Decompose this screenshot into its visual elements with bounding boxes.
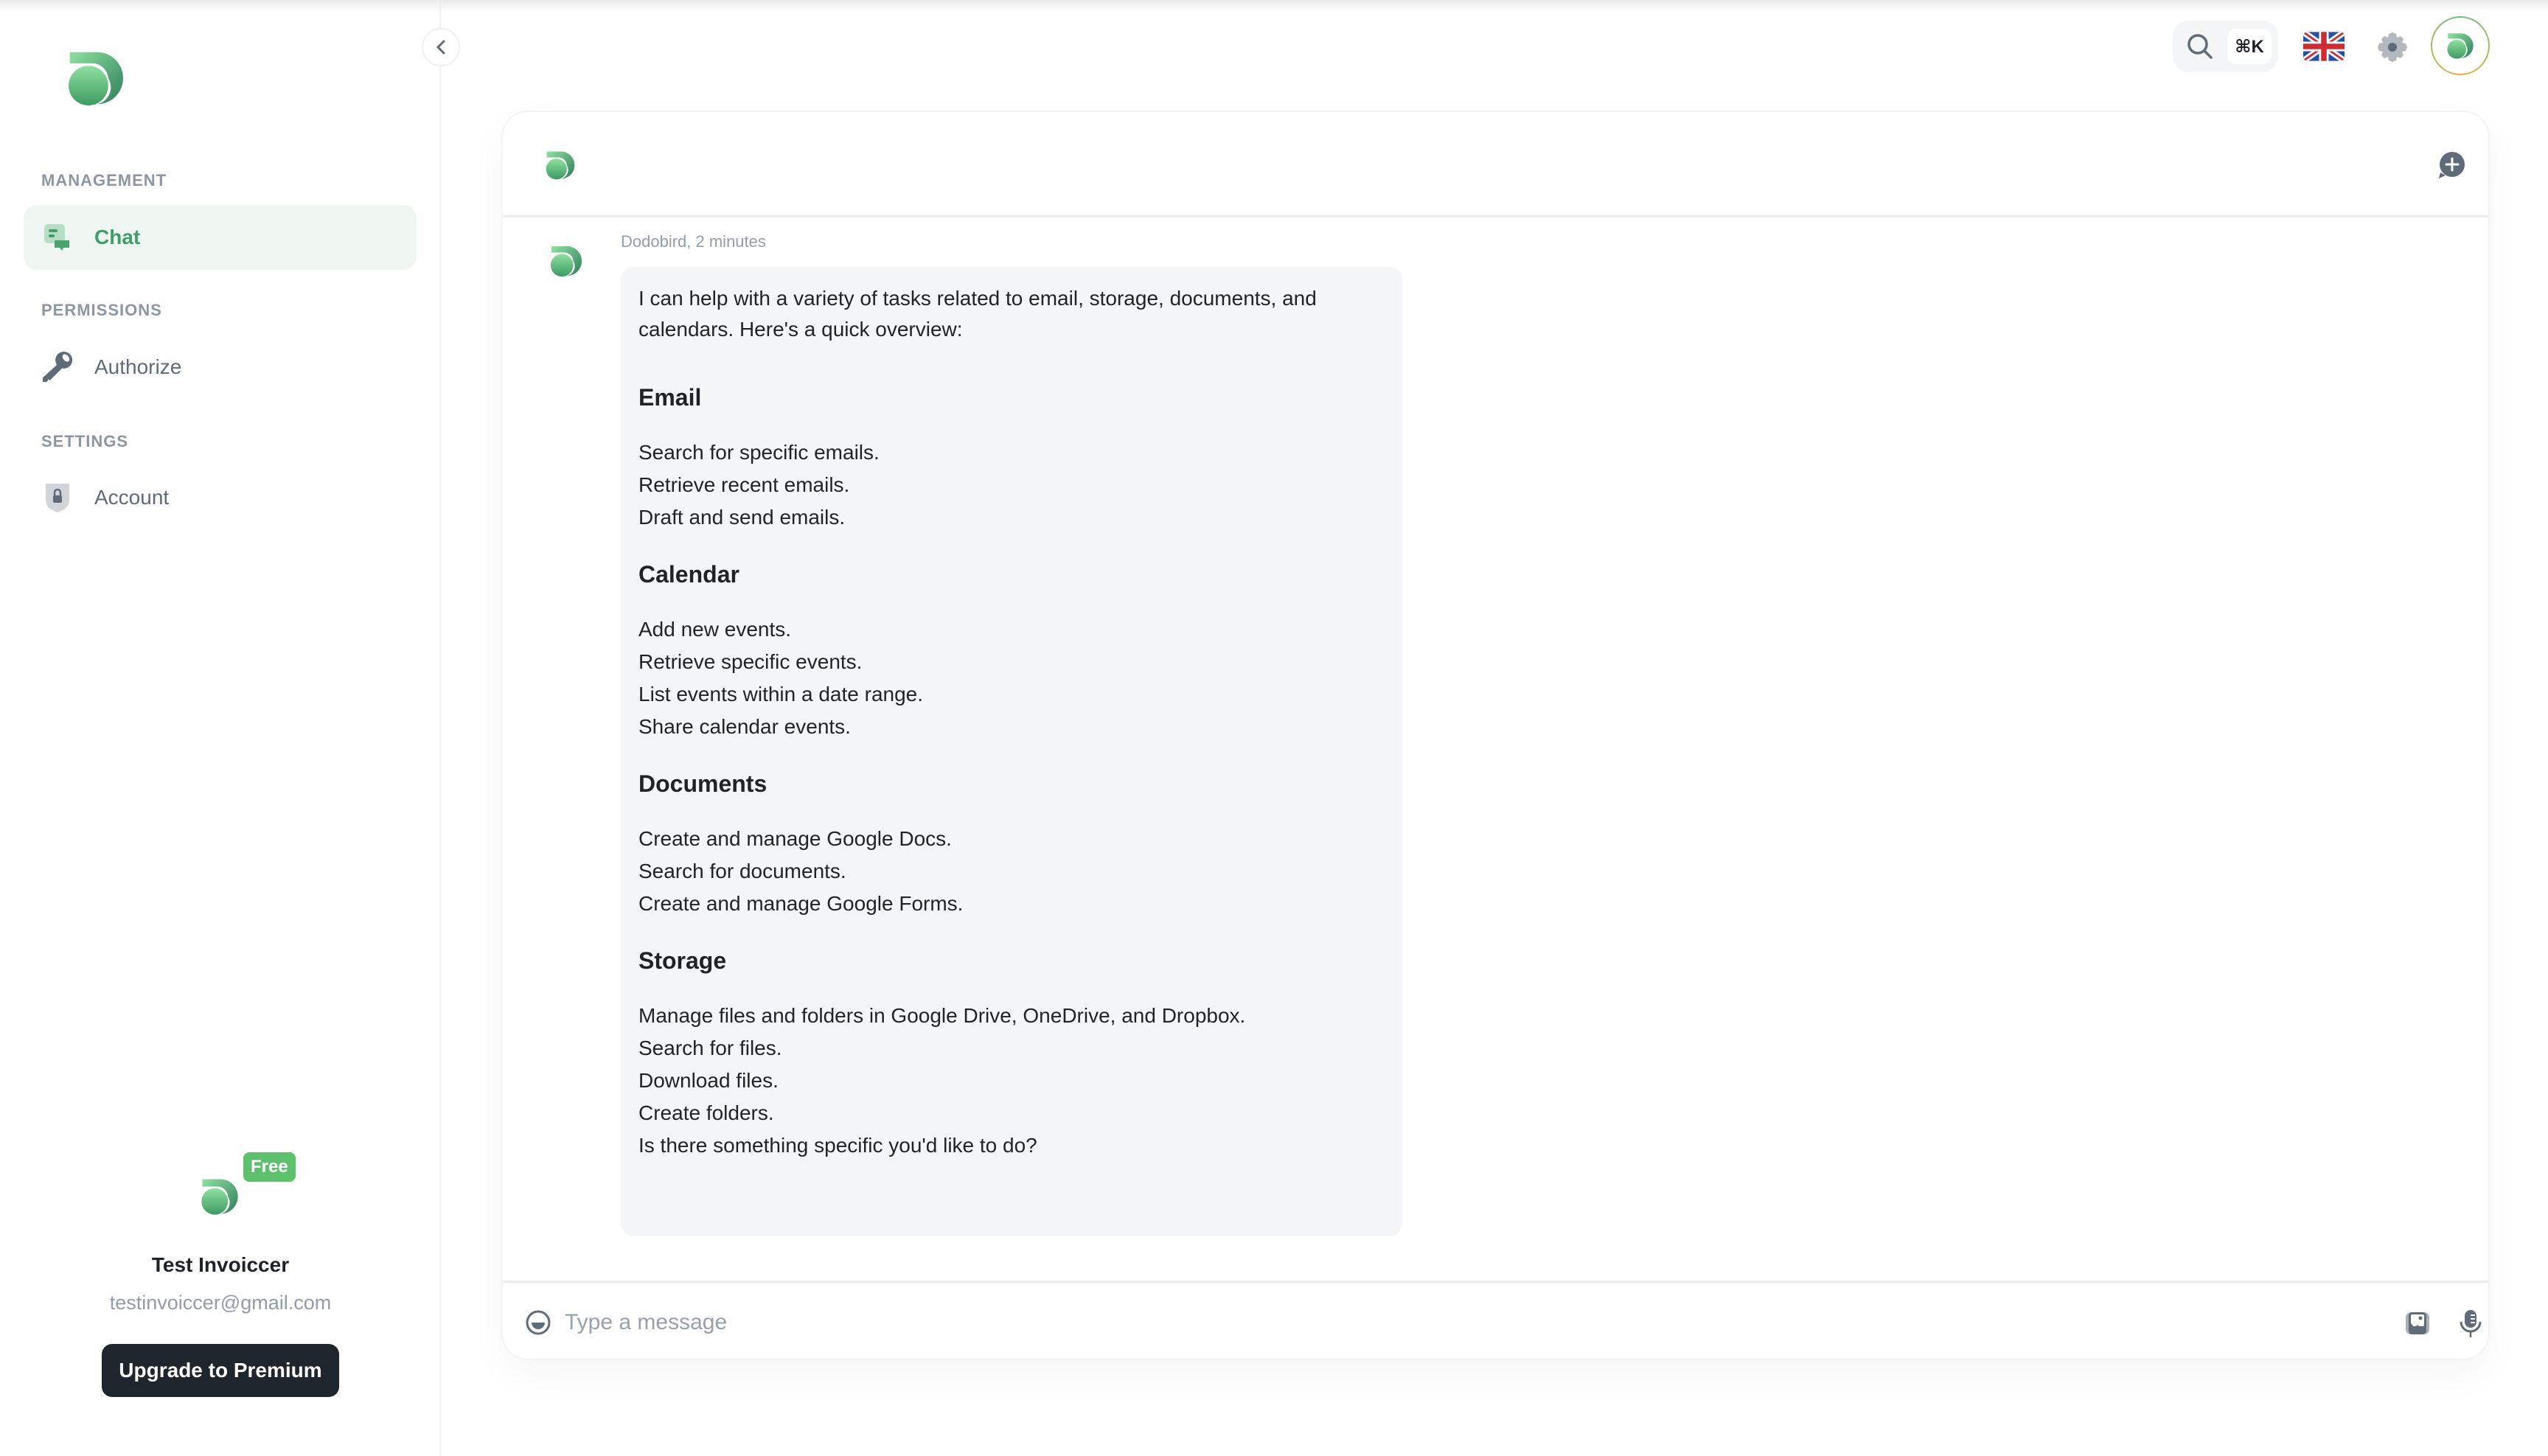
list-item: Create and manage Google Docs. [638, 827, 952, 850]
list-item: Create folders. [638, 1101, 774, 1124]
settings-button[interactable] [2375, 29, 2410, 65]
message-avatar [549, 243, 584, 279]
sidebar-item-label: Account [94, 486, 170, 509]
list-item: Download files. [638, 1069, 779, 1092]
user-avatar-button[interactable] [2431, 16, 2490, 75]
section-heading: Documents [638, 770, 767, 797]
section-label-settings: SETTINGS [41, 432, 129, 450]
list-item: Search for specific emails. [638, 441, 880, 464]
message-input[interactable] [565, 1300, 2260, 1345]
sidebar-item-authorize[interactable]: Authorize [24, 335, 417, 400]
chevron-left-icon [436, 40, 445, 55]
section-label-permissions: PERMISSIONS [41, 301, 162, 319]
sidebar: MANAGEMENT Chat PERMISSIONS Authorize SE… [0, 0, 441, 1456]
message-bubble: I can help with a variety of tasks relat… [621, 267, 1402, 1236]
emoji-button[interactable] [525, 1309, 551, 1336]
list-item: List events within a date range. [638, 683, 924, 706]
new-chat-button[interactable] [2437, 150, 2466, 180]
attach-image-button[interactable] [2402, 1308, 2433, 1339]
section-heading: Storage [638, 947, 727, 974]
sidebar-item-chat[interactable]: Chat [24, 205, 417, 270]
chat-header [503, 112, 2488, 217]
list-item: Manage files and folders in Google Drive… [638, 1004, 1246, 1027]
message-composer [503, 1281, 2488, 1359]
upgrade-button[interactable]: Upgrade to Premium [102, 1344, 339, 1397]
list-item: Retrieve recent emails. [638, 473, 850, 496]
list-item: Search for documents. [638, 860, 846, 882]
microphone-icon [2460, 1310, 2482, 1337]
sidebar-item-account[interactable]: Account [24, 465, 417, 530]
message-meta: Dodobird, 2 minutes [621, 232, 766, 251]
shield-lock-icon [41, 481, 74, 514]
uk-flag-icon [2303, 31, 2345, 62]
list-item: Add new events. [638, 618, 792, 641]
language-selector[interactable] [2303, 31, 2345, 62]
message-intro: I can help with a variety of tasks relat… [638, 287, 1317, 341]
message-section-email: Email Search for specific emails. Retrie… [638, 382, 1385, 534]
search-shortcut: ⌘K [2227, 29, 2272, 64]
collapse-sidebar-button[interactable] [422, 28, 460, 66]
list-item: Search for files. [638, 1037, 782, 1059]
chat-panel: Dodobird, 2 minutes I can help with a va… [501, 111, 2490, 1360]
emoji-icon [526, 1310, 551, 1335]
dodobird-logo-icon[interactable] [63, 47, 128, 109]
bot-avatar [544, 149, 577, 181]
voice-input-button[interactable] [2455, 1308, 2486, 1339]
avatar [199, 1176, 240, 1217]
search-icon [2187, 34, 2213, 59]
list-item: Share calendar events. [638, 715, 851, 738]
list-item: Retrieve specific events. [638, 650, 863, 673]
section-heading: Calendar [638, 561, 739, 588]
gear-icon [2378, 32, 2407, 62]
plan-badge: Free [243, 1152, 296, 1182]
message-section-storage: Storage Manage files and folders in Goog… [638, 945, 1385, 1162]
profile-name: Test Invoiccer [151, 1253, 290, 1276]
profile-email: testinvoiccer@gmail.com [109, 1292, 332, 1314]
message-section-documents: Documents Create and manage Google Docs.… [638, 768, 1385, 920]
section-label-management: MANAGEMENT [41, 171, 167, 189]
sidebar-item-label: Chat [94, 226, 141, 248]
message-section-calendar: Calendar Add new events. Retrieve specif… [638, 559, 1385, 743]
list-item: Is there something specific you'd like t… [638, 1134, 1037, 1157]
sidebar-item-label: Authorize [94, 355, 182, 378]
dodobird-logo-icon [2446, 31, 2475, 60]
chat-bubbles-icon [41, 221, 74, 254]
image-icon [2406, 1312, 2429, 1334]
section-heading: Email [638, 384, 702, 411]
list-item: Draft and send emails. [638, 506, 846, 529]
list-item: Create and manage Google Forms. [638, 892, 964, 915]
chat-plus-icon [2439, 152, 2465, 178]
search-button[interactable]: ⌘K [2173, 21, 2278, 72]
key-icon [41, 351, 74, 383]
